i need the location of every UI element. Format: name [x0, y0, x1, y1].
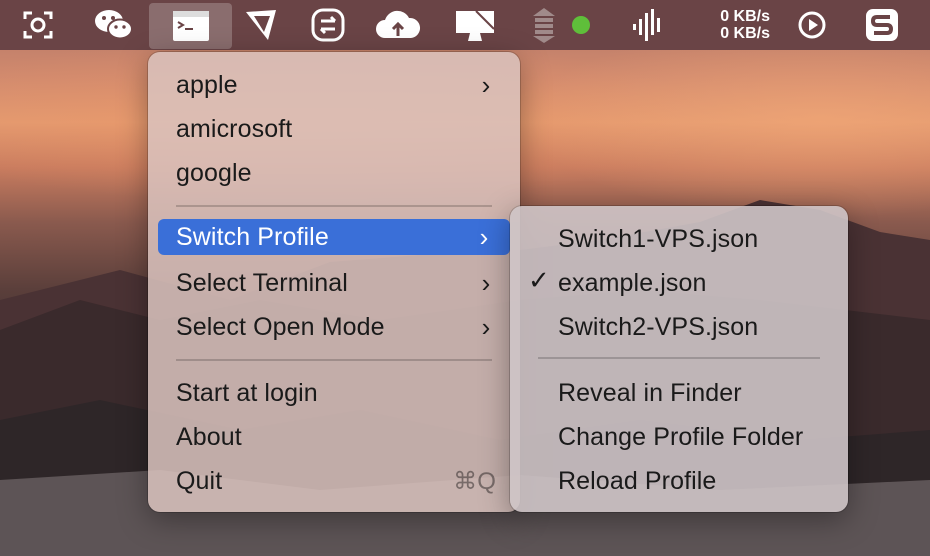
chevron-right-icon: ›: [479, 221, 489, 252]
submenu-item-change-profile-folder[interactable]: Change Profile Folder: [558, 419, 838, 455]
menu-item-about[interactable]: About: [176, 419, 496, 455]
submenu-item-label: Change Profile Folder: [558, 422, 804, 451]
wechat-icon[interactable]: [90, 0, 138, 50]
menu-bar: 0 KB/s 0 KB/s: [0, 0, 930, 50]
switch-profile-submenu: Switch1-VPS.json ✓ example.json Switch2-…: [510, 206, 848, 512]
menu-item-label: Switch Profile: [176, 222, 329, 251]
submenu-item-label: Reveal in Finder: [558, 378, 742, 407]
play-icon[interactable]: [792, 0, 832, 50]
download-speed: 0 KB/s: [720, 25, 770, 42]
status-dot-icon: [568, 0, 594, 50]
menu-item-label: Select Open Mode: [176, 312, 385, 341]
menu-item-label: Quit: [176, 466, 223, 495]
terminal-icon[interactable]: [149, 3, 232, 49]
main-dropdown-menu: apple › amicrosoft google Switch Profile…: [148, 52, 520, 512]
display-icon[interactable]: [450, 0, 500, 50]
checkmark-icon: ✓: [528, 265, 550, 295]
menu-item-switch-profile[interactable]: Switch Profile ›: [158, 219, 510, 255]
submenu-item-label: Switch2-VPS.json: [558, 312, 759, 341]
submenu-item-switch1-vps[interactable]: Switch1-VPS.json: [558, 221, 828, 257]
menu-item-label: amicrosoft: [176, 114, 293, 143]
stack-icon[interactable]: [524, 0, 564, 50]
audio-bars-icon[interactable]: [626, 0, 670, 50]
menu-item-select-open-mode[interactable]: Select Open Mode ›: [176, 309, 496, 345]
menu-separator: [176, 359, 492, 361]
quit-shortcut: ⌘Q: [453, 467, 496, 495]
menu-item-label: About: [176, 422, 242, 451]
chevron-right-icon: ›: [481, 69, 491, 100]
menu-item-amicrosoft[interactable]: amicrosoft: [176, 111, 496, 147]
submenu-item-label: Switch1-VPS.json: [558, 224, 759, 253]
switch-icon[interactable]: [306, 0, 350, 50]
submenu-item-label: example.json: [558, 268, 707, 297]
menu-item-label: apple: [176, 70, 238, 99]
network-speed[interactable]: 0 KB/s 0 KB/s: [690, 8, 770, 42]
submenu-item-switch2-vps[interactable]: Switch2-VPS.json: [558, 309, 828, 345]
menu-item-select-terminal[interactable]: Select Terminal ›: [176, 265, 496, 301]
app-icon[interactable]: [240, 0, 284, 50]
submenu-item-reload-profile[interactable]: Reload Profile: [558, 463, 838, 499]
cloud-icon[interactable]: [372, 0, 424, 50]
menu-item-apple[interactable]: apple ›: [176, 67, 496, 103]
chevron-right-icon: ›: [481, 311, 491, 342]
menu-separator: [176, 205, 492, 207]
menu-item-label: Start at login: [176, 378, 318, 407]
menu-item-label: google: [176, 158, 252, 187]
menu-item-quit[interactable]: Quit ⌘Q: [176, 463, 496, 499]
s-app-icon[interactable]: [860, 0, 904, 50]
submenu-item-example[interactable]: example.json: [558, 265, 828, 301]
upload-speed: 0 KB/s: [720, 8, 770, 25]
submenu-item-reveal-in-finder[interactable]: Reveal in Finder: [558, 375, 838, 411]
submenu-separator: [538, 357, 820, 359]
screenshot-icon[interactable]: [18, 0, 58, 50]
menu-item-google[interactable]: google: [176, 155, 496, 191]
submenu-item-label: Reload Profile: [558, 466, 717, 495]
menu-item-start-at-login[interactable]: Start at login: [176, 375, 496, 411]
chevron-right-icon: ›: [481, 267, 491, 298]
menu-item-label: Select Terminal: [176, 268, 348, 297]
